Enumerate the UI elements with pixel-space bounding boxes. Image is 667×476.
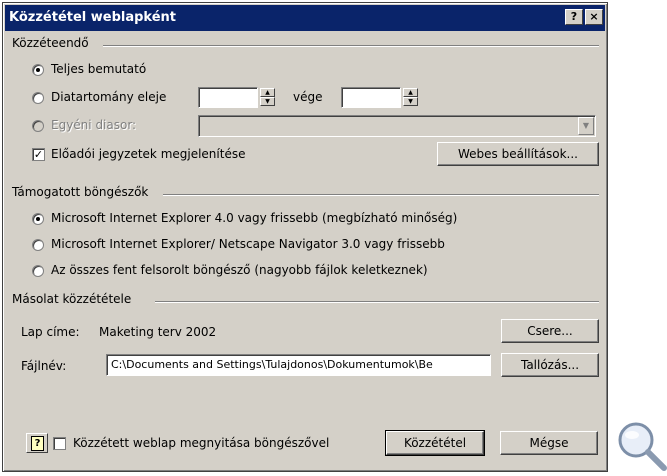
change-title-button[interactable]: Csere... (501, 319, 599, 343)
spin-up-icon[interactable]: ▲ (403, 88, 418, 97)
web-options-button[interactable]: Webes beállítások... (437, 142, 599, 166)
title-help-button[interactable]: ? (565, 9, 583, 25)
copy-group-divider (155, 301, 599, 303)
title-bar: Közzététel weblapként ? × (5, 5, 605, 31)
range-end-input[interactable] (341, 87, 401, 108)
range-end-spinner[interactable]: ▲ ▼ (403, 88, 418, 106)
open-in-browser-checkbox[interactable] (53, 437, 66, 450)
radio-ie3-nn3[interactable] (32, 239, 44, 251)
custom-show-select[interactable] (198, 115, 596, 137)
page-title-label: Lap címe: (21, 325, 80, 339)
browsers-group-divider (163, 194, 599, 196)
publish-button[interactable]: Közzététel (385, 430, 485, 456)
publish-as-webpage-dialog: Közzététel weblapként ? × Közzéteendő Te… (2, 2, 608, 472)
radio-all-browsers-label[interactable]: Az összes fent felsorolt böngésző (nagyo… (51, 263, 428, 277)
publish-group-label: Közzéteendő (12, 36, 89, 50)
title-close-button[interactable]: × (585, 9, 603, 25)
radio-custom-show[interactable] (32, 120, 44, 132)
radio-custom-show-label[interactable]: Egyéni diasor: (51, 118, 136, 132)
window-title: Közzététel weblapként (9, 10, 177, 25)
radio-slide-range-label[interactable]: Diatartomány eleje (51, 90, 166, 104)
browse-button[interactable]: Tallózás... (501, 353, 599, 377)
radio-ie3-nn3-label[interactable]: Microsoft Internet Explorer/ Netscape Na… (51, 237, 445, 251)
spin-down-icon[interactable]: ▼ (403, 97, 418, 106)
radio-slide-range[interactable] (32, 92, 44, 104)
radio-all-browsers[interactable] (32, 265, 44, 277)
help-book-icon[interactable]: ? (26, 433, 48, 453)
magnifier-icon[interactable] (614, 418, 667, 472)
filename-input[interactable]: C:\Documents and Settings\Tulajdonos\Dok… (106, 354, 491, 376)
chevron-down-icon[interactable]: ▼ (578, 117, 594, 135)
page-title-value: Maketing terv 2002 (99, 325, 217, 339)
cancel-button[interactable]: Mégse (500, 431, 598, 455)
browsers-group-label: Támogatott böngészők (12, 185, 149, 199)
range-end-label: vége (293, 90, 323, 104)
open-in-browser-label[interactable]: Közzétett weblap megnyitása böngészővel (73, 436, 329, 450)
radio-ie4[interactable] (32, 213, 44, 225)
spin-down-icon[interactable]: ▼ (260, 97, 275, 106)
range-start-spinner[interactable]: ▲ ▼ (260, 88, 275, 106)
filename-label: Fájlnév: (21, 359, 67, 373)
radio-full-presentation-label[interactable]: Teljes bemutató (51, 62, 146, 76)
radio-ie4-label[interactable]: Microsoft Internet Explorer 4.0 vagy fri… (51, 211, 457, 225)
range-start-input[interactable] (198, 87, 258, 108)
spin-up-icon[interactable]: ▲ (260, 88, 275, 97)
speaker-notes-label[interactable]: Előadói jegyzetek megjelenítése (51, 147, 245, 161)
speaker-notes-checkbox[interactable]: ✓ (32, 148, 45, 161)
publish-group-divider (103, 45, 599, 47)
copy-group-label: Másolat közzététele (12, 292, 132, 306)
radio-full-presentation[interactable] (32, 64, 44, 76)
